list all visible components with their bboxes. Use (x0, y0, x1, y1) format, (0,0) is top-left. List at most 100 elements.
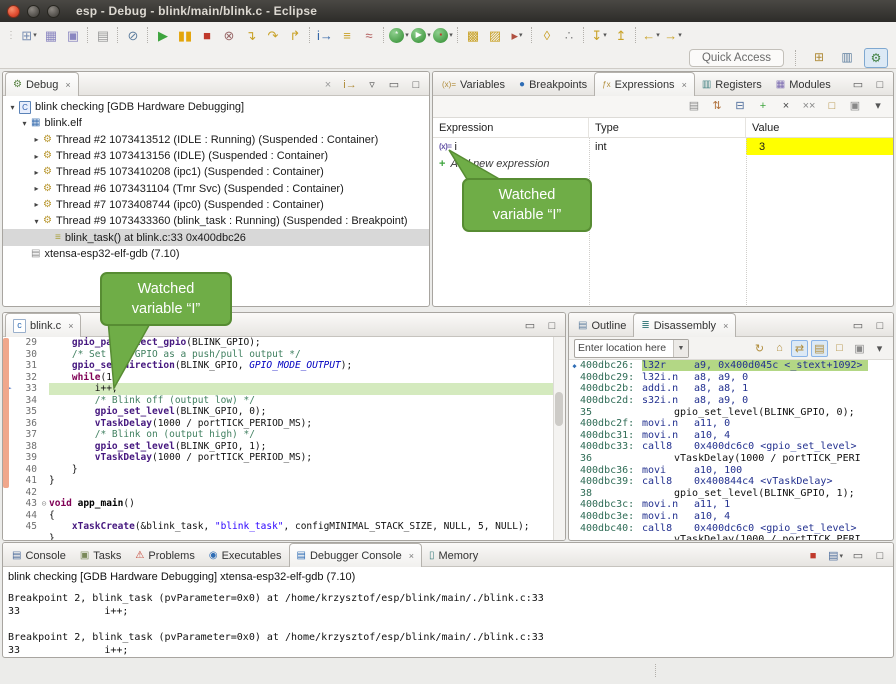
new-button[interactable]: ⊞▾ (18, 25, 40, 45)
step-return-button[interactable]: ↱ (284, 25, 306, 45)
tab-debugger-console[interactable]: ▤Debugger Console× (289, 543, 422, 567)
save-button[interactable]: ▦ (40, 25, 62, 45)
step-into-button[interactable]: ↴ (240, 25, 262, 45)
step-filters-button[interactable]: ≡ (336, 25, 358, 45)
console-output[interactable]: blink checking [GDB Hardware Debugging] … (3, 567, 893, 658)
minimize-button[interactable]: ▭ (523, 319, 537, 333)
suspend-button[interactable]: ▮▮ (174, 25, 196, 45)
tab-executables[interactable]: ◉Executables (202, 545, 289, 566)
pin-view-button[interactable]: ▣ (851, 340, 868, 357)
expander-icon[interactable]: ▸ (31, 184, 42, 193)
view-menu-button[interactable]: ▾ (871, 340, 888, 357)
tree-row[interactable]: ≡blink_task() at blink.c:33 0x400dbc26 (3, 229, 429, 245)
home-button[interactable]: ⌂ (771, 340, 788, 357)
new-project-button[interactable]: ▩ (462, 25, 484, 45)
save-all-button[interactable]: ▣ (62, 25, 84, 45)
tree-row[interactable]: ▸⚙Thread #6 1073431104 (Tmr Svc) (Suspen… (3, 180, 429, 196)
debug-button[interactable]: *▾ (388, 25, 410, 45)
forward-button[interactable]: →▾ (662, 25, 684, 45)
remove-all-expressions-button[interactable]: ×× (802, 99, 816, 115)
pin-view-button[interactable]: ▣ (848, 99, 862, 115)
display-console-button[interactable]: ▤▾ (828, 549, 843, 563)
tab-debug[interactable]: ⚙ Debug × (5, 72, 79, 96)
tab-outline[interactable]: ▤Outline (571, 315, 633, 336)
tab-registers[interactable]: ▥Registers (695, 74, 769, 95)
location-input[interactable]: Enter location here (575, 342, 673, 354)
instruction-stepping-button[interactable]: i→ (314, 25, 336, 45)
tree-row[interactable]: ▾▦blink.elf (3, 115, 429, 131)
minimize-button[interactable]: ▭ (387, 78, 401, 92)
remove-expression-button[interactable]: × (779, 99, 793, 115)
tab-disassembly[interactable]: ≣Disassembly× (633, 313, 736, 337)
minimize-button[interactable]: ▭ (851, 549, 865, 563)
view-menu-button[interactable]: ▿ (365, 78, 379, 92)
go-to-top-button[interactable]: ↥ (610, 25, 632, 45)
tab-expressions[interactable]: ƒxExpressions× (594, 72, 695, 96)
trace-control-button[interactable]: ≈ (358, 25, 380, 45)
fold-marker-icon[interactable]: ⊝ (39, 498, 49, 510)
tab-console[interactable]: ▤Console (5, 545, 73, 566)
tree-row[interactable]: ▾⚙Thread #9 1073433360 (blink_task : Run… (3, 213, 429, 229)
sync-selection-toggle[interactable]: ⇄ (791, 340, 808, 357)
show-source-toggle[interactable]: ▤ (811, 340, 828, 357)
step-over-button[interactable]: ↷ (262, 25, 284, 45)
tab-blink-c[interactable]: c blink.c × (5, 313, 81, 337)
new-view-button[interactable]: □ (825, 99, 839, 115)
quick-access-button[interactable]: Quick Access (689, 49, 784, 67)
expander-icon[interactable]: ▾ (31, 217, 42, 226)
remove-all-terminated-button[interactable]: × (321, 78, 335, 92)
terminate-button[interactable]: ■ (196, 25, 218, 45)
resume-button[interactable]: ▶ (152, 25, 174, 45)
code-editor[interactable]: 29 gpio_pad_select_gpio(BLINK_GPIO);30 /… (3, 337, 565, 541)
column-header-value[interactable]: Value (746, 118, 893, 137)
expander-icon[interactable]: ▾ (19, 119, 30, 128)
expander-icon[interactable]: ▸ (31, 200, 42, 209)
close-tab-icon[interactable]: × (723, 321, 728, 331)
build-button[interactable]: ▤ (92, 25, 114, 45)
tab-breakpoints[interactable]: ●Breakpoints (512, 74, 594, 95)
disassembly-listing[interactable]: ◆400dbc26:l32ra9, 0x400d045c <_stext+109… (569, 360, 893, 541)
show-logical-structure-button[interactable]: ⇅ (710, 99, 724, 115)
maximize-button[interactable]: □ (873, 549, 887, 563)
close-tab-icon[interactable]: × (682, 80, 687, 90)
expander-icon[interactable]: ▾ (7, 103, 18, 112)
tree-row[interactable]: ▸⚙Thread #3 1073413156 (IDLE) (Suspended… (3, 148, 429, 164)
close-tab-icon[interactable]: × (65, 80, 70, 90)
tab-problems[interactable]: ⚠Problems (128, 545, 201, 566)
tree-row[interactable]: ▸⚙Thread #7 1073408744 (ipc0) (Suspended… (3, 197, 429, 213)
expander-icon[interactable]: ▸ (31, 168, 42, 177)
tree-row[interactable]: ▸⚙Thread #2 1073413512 (IDLE : Running) … (3, 132, 429, 148)
close-tab-icon[interactable]: × (68, 321, 73, 331)
collapse-all-button[interactable]: ⊟ (733, 99, 747, 115)
cpp-perspective-button[interactable]: ▥ (836, 48, 858, 66)
new-view-button[interactable]: □ (831, 340, 848, 357)
maximize-button[interactable]: □ (873, 319, 887, 333)
minimize-button[interactable]: ▭ (851, 319, 865, 333)
expander-icon[interactable]: ▸ (31, 152, 42, 161)
show-type-names-button[interactable]: ▤ (687, 99, 701, 115)
instruction-stepping-toggle[interactable]: i→ (343, 78, 357, 92)
maximize-button[interactable]: □ (409, 78, 423, 92)
tree-row[interactable]: ▾Cblink checking [GDB Hardware Debugging… (3, 99, 429, 115)
tab-tasks[interactable]: ▣Tasks (73, 545, 129, 566)
editor-scrollbar[interactable] (553, 337, 565, 541)
tab-memory[interactable]: ▯Memory (422, 545, 485, 566)
tab-variables[interactable]: (x)=Variables (435, 74, 512, 95)
tab-modules[interactable]: ▦Modules (769, 74, 838, 95)
run-button[interactable]: ▶▾ (410, 25, 432, 45)
location-combo[interactable]: Enter location here ▼ (574, 339, 689, 358)
skip-all-breakpoints-button[interactable]: ⊘ (122, 25, 144, 45)
minimize-button[interactable]: ▭ (851, 78, 865, 92)
scrollbar-thumb[interactable] (555, 392, 563, 426)
view-menu-button[interactable]: ▾ (871, 99, 885, 115)
flash-button[interactable]: ▸▾ (506, 25, 528, 45)
annotation-button[interactable]: ∴ (558, 25, 580, 45)
expression-row[interactable]: (x)= i int 3 (433, 138, 893, 155)
column-header-type[interactable]: Type (589, 118, 746, 137)
tree-row[interactable]: ▤xtensa-esp32-elf-gdb (7.10) (3, 246, 429, 262)
debug-perspective-button[interactable]: ⚙ (864, 48, 888, 68)
expander-icon[interactable]: ▸ (31, 135, 42, 144)
open-folder-button[interactable]: ▨ (484, 25, 506, 45)
last-edit-location-button[interactable]: ↧▾ (588, 25, 610, 45)
close-window-icon[interactable] (7, 5, 20, 18)
